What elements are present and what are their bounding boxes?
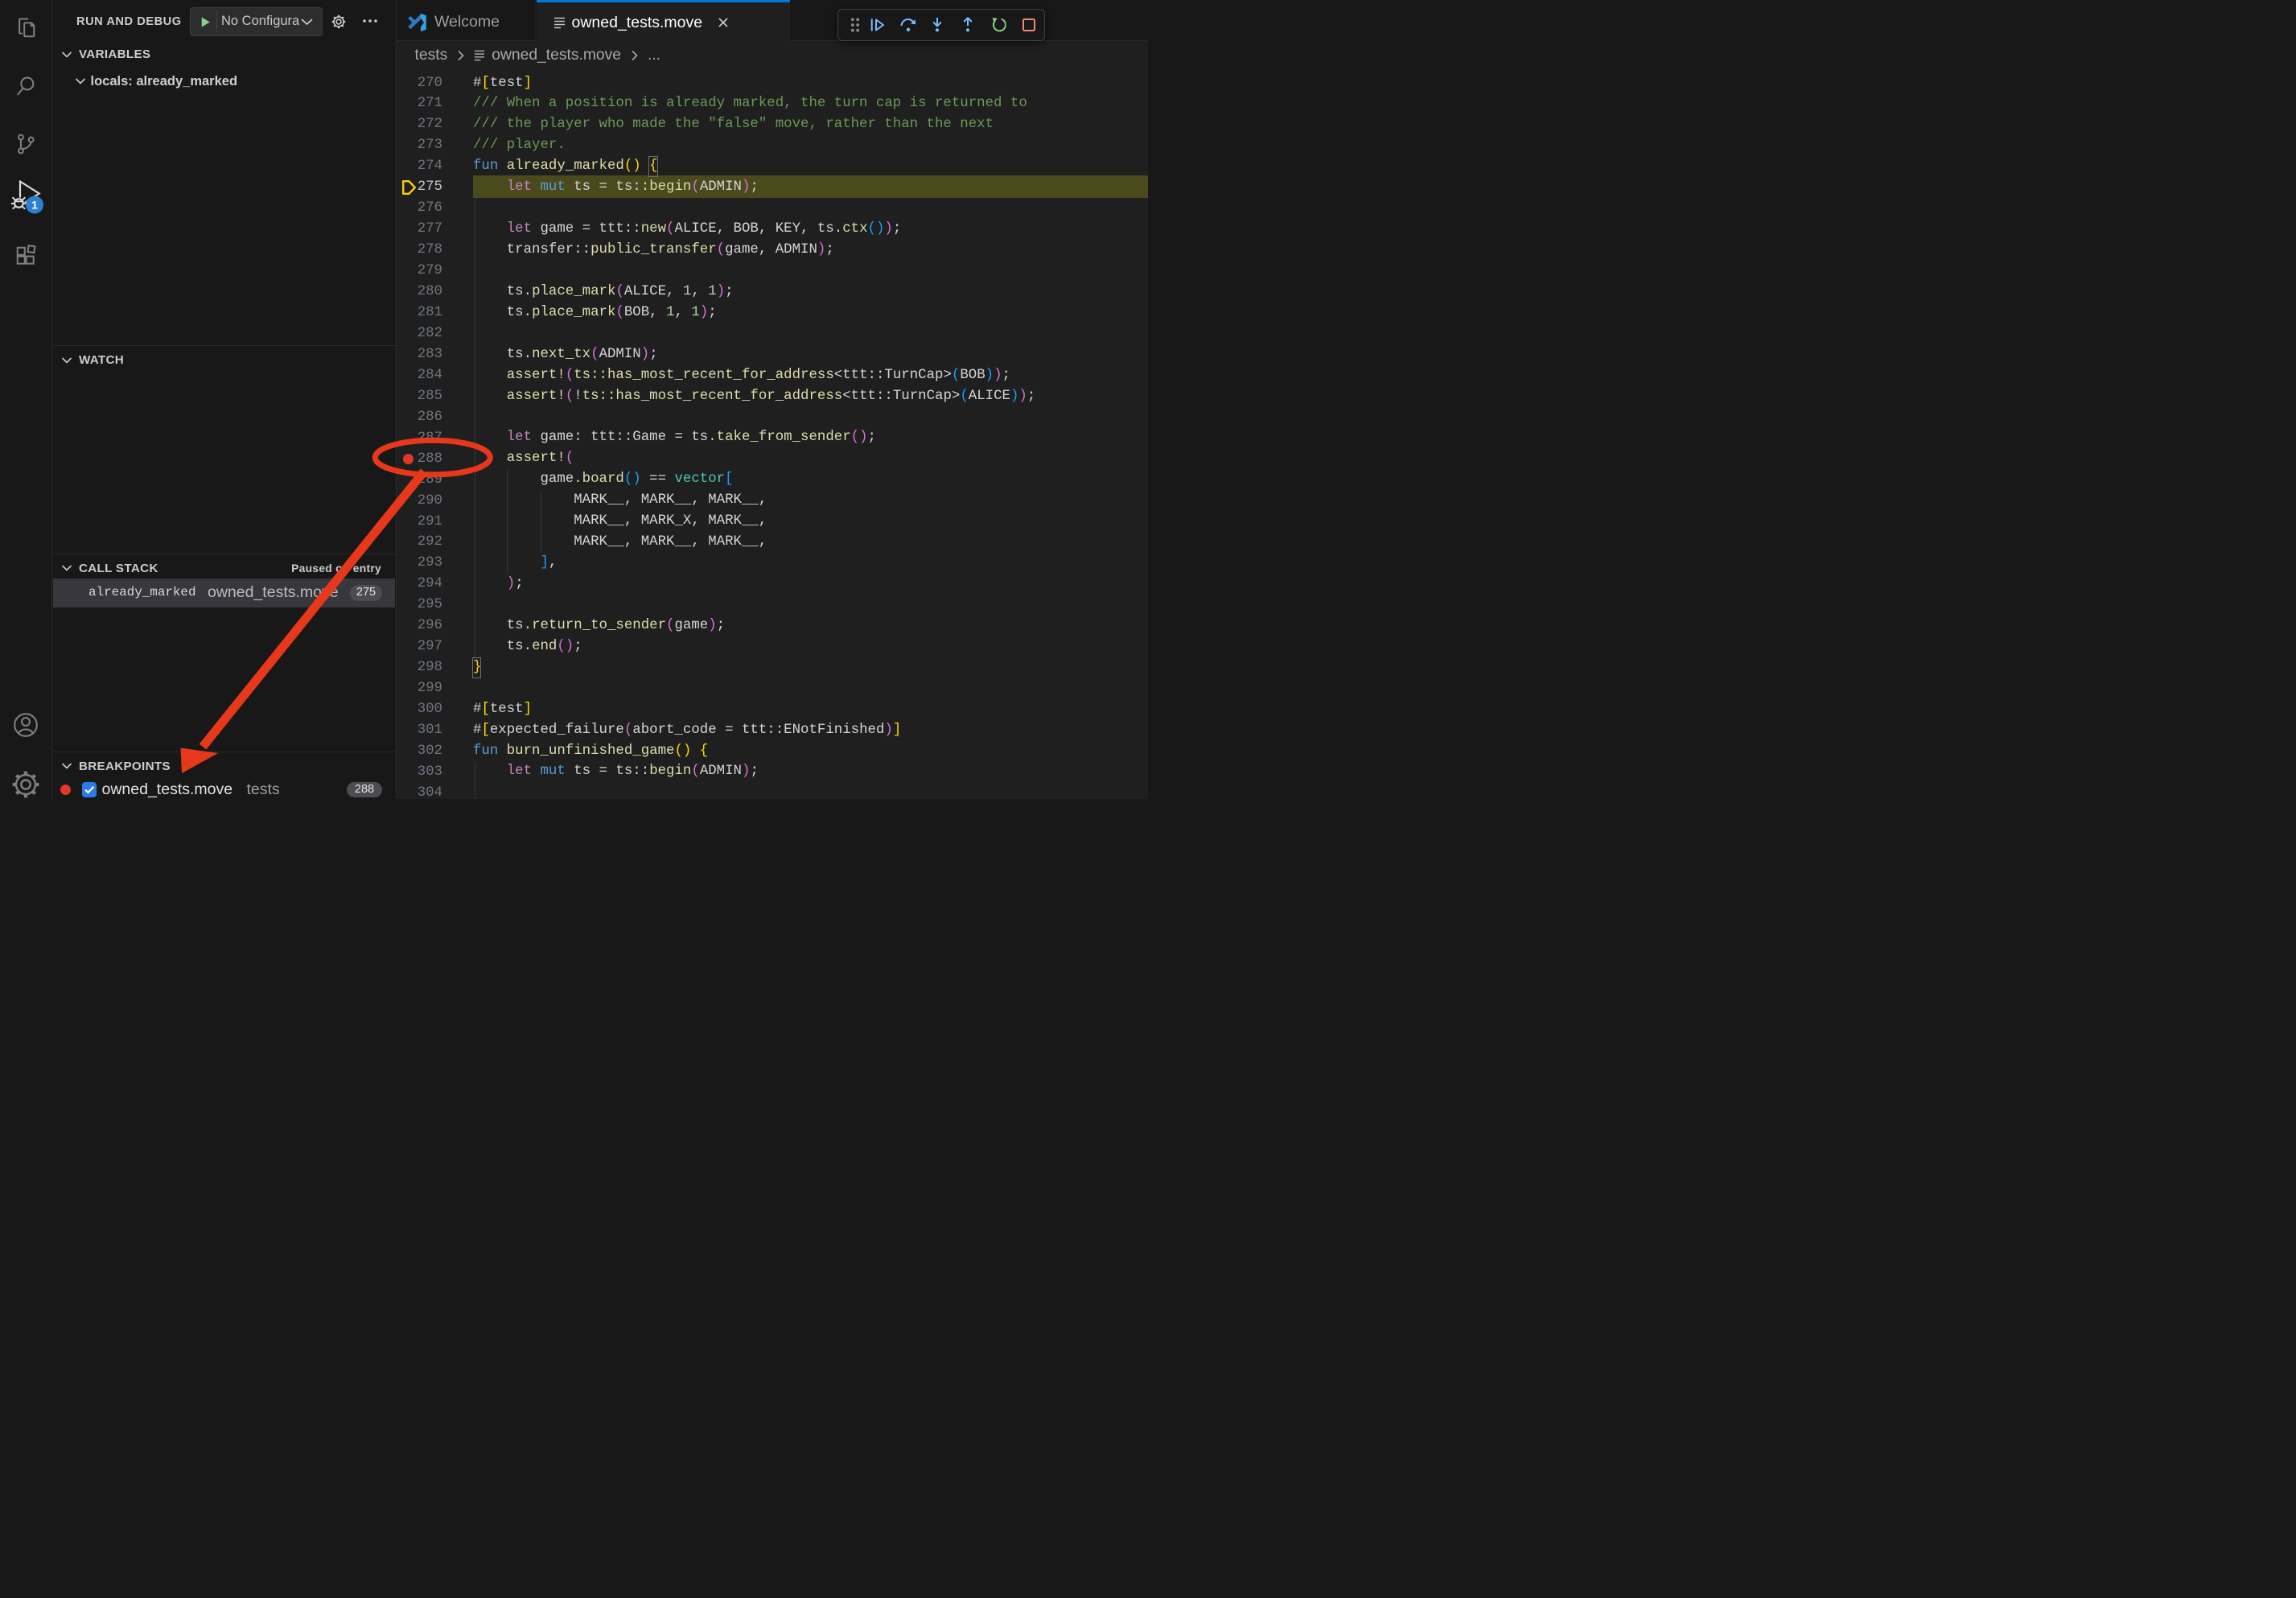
svg-text:1: 1 bbox=[31, 198, 38, 211]
